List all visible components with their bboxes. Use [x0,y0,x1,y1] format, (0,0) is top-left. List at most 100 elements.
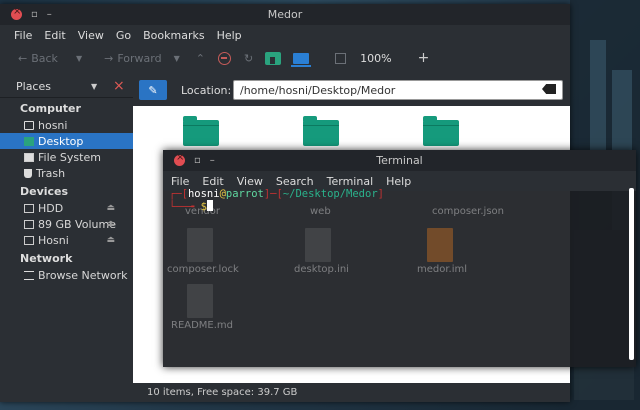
terminal-menu-view[interactable]: View [237,175,263,188]
text-cursor [206,200,213,211]
file-icon [305,228,331,262]
sidebar-item-hdd[interactable]: HDD ⏏ [0,200,133,216]
file-label: composer.lock [167,264,239,275]
sidebar-item-browse-network[interactable]: Browse Network [0,267,133,283]
drive-icon [24,203,34,213]
drive-icon [24,219,34,229]
sidebar-item-label: hosni [38,118,68,132]
forward-history-dropdown[interactable]: ▼ [174,54,180,63]
menu-bookmarks[interactable]: Bookmarks [143,29,204,42]
back-label: Back [31,51,58,65]
maximize-icon[interactable]: ▫ [31,9,38,20]
menu-view[interactable]: View [78,29,104,42]
eject-icon[interactable]: ⏏ [106,235,115,245]
terminal-body[interactable]: vendor web composer.json composer.lock d… [163,188,626,367]
sidebar-item-desktop[interactable]: Desktop [0,133,133,149]
prompt-user: hosni [187,188,220,200]
menubar: File Edit View Go Bookmarks Help [0,25,570,45]
drive-icon [24,152,34,162]
terminal-titlebar[interactable]: ▫ – Terminal [163,150,636,171]
desktop-icon [24,136,34,146]
sidebar-item-label: File System [38,150,101,164]
sidebar-item-hosni[interactable]: hosni [0,117,133,133]
sidebar-item-label: Browse Network [38,268,128,282]
prompt-host: parrot [225,188,264,200]
location-label: Location: [181,84,232,97]
drive-icon [24,235,34,245]
clear-location-icon[interactable] [542,84,556,94]
terminal-scrollbar[interactable] [629,188,634,360]
up-icon[interactable]: ⌃ [196,52,205,65]
minimize-icon[interactable]: – [47,9,52,20]
file-manager-titlebar[interactable]: ▫ – Medor [0,4,570,25]
network-icon [24,270,34,280]
stop-icon[interactable] [217,51,231,65]
file-label: medor.iml [417,264,468,275]
arrow-left-icon [18,52,27,65]
terminal-window: ▫ – Terminal File Edit View Search Termi… [163,150,636,367]
sidebar-item-89gb-volume[interactable]: 89 GB Volume ⏏ [0,216,133,232]
folder-icon[interactable] [183,116,219,146]
sidebar-item-trash[interactable]: Trash [0,165,133,181]
home-icon [24,120,34,130]
sidebar-item-label: 89 GB Volume [38,217,116,231]
forward-button[interactable]: → Forward [104,52,161,65]
eject-icon[interactable]: ⏏ [106,203,115,213]
terminal-menu-help[interactable]: Help [386,175,411,188]
zoom-in-icon[interactable]: + [418,50,430,66]
close-icon[interactable] [11,6,22,20]
forward-label: Forward [117,51,162,65]
eject-icon[interactable]: ⏏ [106,219,115,229]
computer-icon[interactable] [291,52,312,67]
location-path: /home/hosni/Desktop/Medor [240,84,396,97]
prompt-path: ~/Desktop/Medor [282,188,378,200]
sidebar-section-devices: Devices [20,185,69,198]
folder-icon[interactable] [303,116,339,146]
terminal-input-line[interactable]: └──╼ $ [169,200,213,213]
file-icon [187,228,213,262]
back-history-dropdown[interactable]: ▼ [76,54,82,63]
sidebar-title: Places [16,80,51,93]
back-button[interactable]: Back [18,52,58,65]
menu-file[interactable]: File [14,29,32,42]
reload-icon[interactable]: ↻ [244,52,253,65]
sidebar-item-label: Hosni [38,233,69,247]
zoom-level: 100% [360,51,392,65]
terminal-menu-file[interactable]: File [171,175,189,188]
pencil-icon: ✎ [148,83,158,97]
sidebar: Places ▼ × Computer hosni Desktop File S… [0,76,133,402]
sidebar-item-file-system[interactable]: File System [0,149,133,165]
menu-help[interactable]: Help [217,29,242,42]
sidebar-section-computer: Computer [20,102,81,115]
sidebar-item-label: HDD [38,201,64,215]
location-input[interactable]: /home/hosni/Desktop/Medor [233,80,563,100]
edit-location-button[interactable]: ✎ [139,80,167,100]
sidebar-section-network: Network [20,252,73,265]
sidebar-item-hosni-drive[interactable]: Hosni ⏏ [0,232,133,248]
window-title: Medor [267,8,303,21]
terminal-menu-edit[interactable]: Edit [202,175,223,188]
close-icon[interactable] [174,152,185,166]
close-sidebar-icon[interactable]: × [113,78,125,94]
file-icon [427,228,453,262]
terminal-menu-terminal[interactable]: Terminal [327,175,374,188]
home-icon[interactable] [265,51,282,65]
terminal-menu-search[interactable]: Search [276,175,314,188]
menu-go[interactable]: Go [116,29,131,42]
file-label: composer.json [432,206,505,217]
chevron-down-icon[interactable]: ▼ [91,82,97,91]
terminal-title: Terminal [376,154,423,167]
zoom-fit-icon[interactable] [335,52,347,64]
file-label: README.md [171,320,234,331]
status-bar: 10 items, Free space: 39.7 GB [133,383,570,402]
folder-icon[interactable] [423,116,459,146]
toolbar: Back ▼ → Forward ▼ ⌃ ↻ 100% + [0,45,570,71]
file-icon [187,284,213,318]
arrow-right-icon: → [104,51,114,65]
minimize-icon[interactable]: – [210,155,215,166]
maximize-icon[interactable]: ▫ [194,155,201,166]
menu-edit[interactable]: Edit [44,29,65,42]
trash-icon [24,168,32,178]
file-label: web [310,206,331,217]
sidebar-header[interactable]: Places ▼ × [0,76,133,98]
